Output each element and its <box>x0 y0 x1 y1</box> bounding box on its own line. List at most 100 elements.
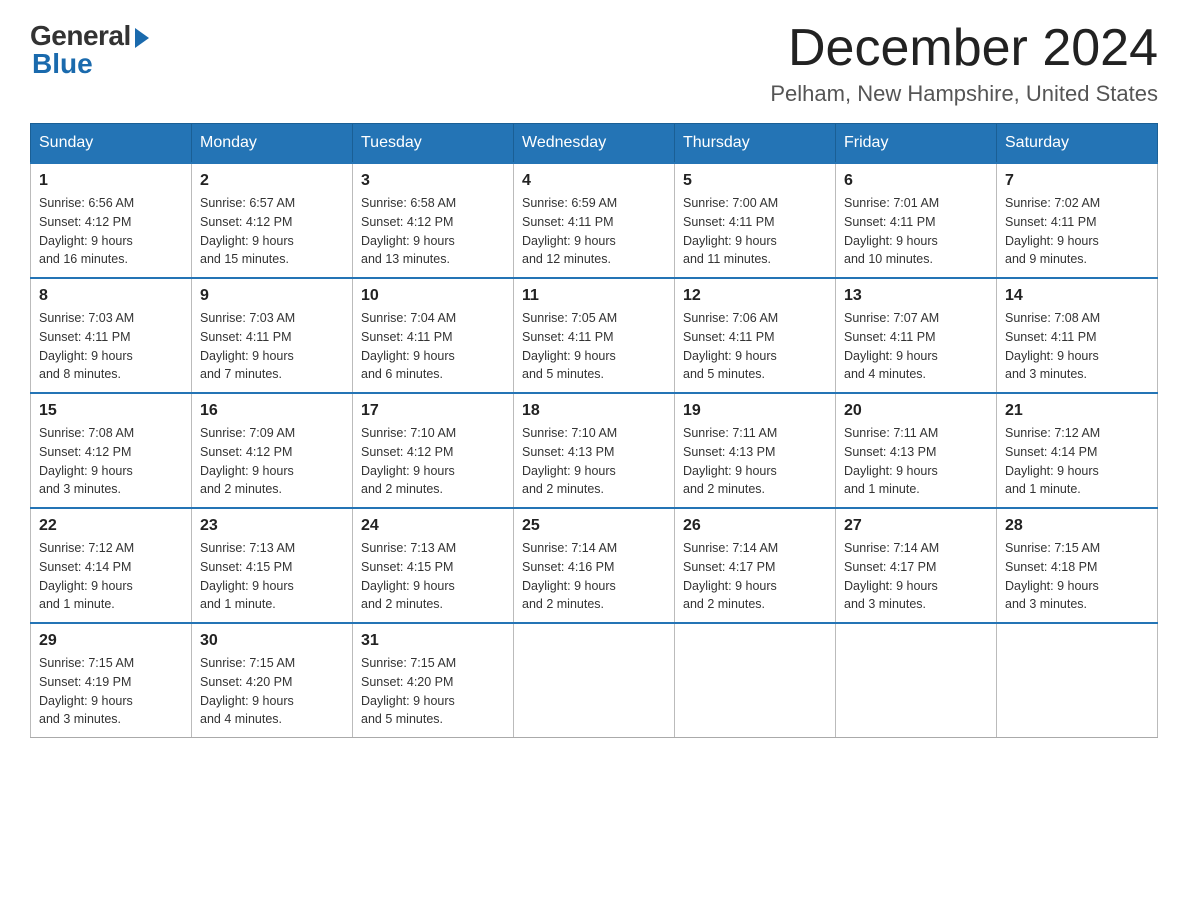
day-info-4: Sunrise: 6:59 AMSunset: 4:11 PMDaylight:… <box>522 194 666 269</box>
day-info-30: Sunrise: 7:15 AMSunset: 4:20 PMDaylight:… <box>200 654 344 729</box>
day-cell-23: 23Sunrise: 7:13 AMSunset: 4:15 PMDayligh… <box>192 508 353 623</box>
day-cell-9: 9 Sunrise: 7:03 AMSunset: 4:11 PMDaylight… <box>192 278 353 393</box>
day-info-22: Sunrise: 7:12 AMSunset: 4:14 PMDaylight:… <box>39 539 183 614</box>
week-row-1: 1 Sunrise: 6:56 AMSunset: 4:12 PMDaylight… <box>31 163 1158 278</box>
day-number-21: 21 <box>1005 402 1149 420</box>
day-cell-15: 15Sunrise: 7:08 AMSunset: 4:12 PMDayligh… <box>31 393 192 508</box>
day-info-31: Sunrise: 7:15 AMSunset: 4:20 PMDaylight:… <box>361 654 505 729</box>
weekday-header-sunday: Sunday <box>31 124 192 164</box>
day-info-23: Sunrise: 7:13 AMSunset: 4:15 PMDaylight:… <box>200 539 344 614</box>
day-number-28: 28 <box>1005 517 1149 535</box>
weekday-header-tuesday: Tuesday <box>353 124 514 164</box>
day-number-7: 7 <box>1005 172 1149 190</box>
day-info-21: Sunrise: 7:12 AMSunset: 4:14 PMDaylight:… <box>1005 424 1149 499</box>
day-cell-12: 12Sunrise: 7:06 AMSunset: 4:11 PMDayligh… <box>675 278 836 393</box>
day-number-9: 9 <box>200 287 344 305</box>
day-number-26: 26 <box>683 517 827 535</box>
day-info-26: Sunrise: 7:14 AMSunset: 4:17 PMDaylight:… <box>683 539 827 614</box>
week-row-5: 29 Sunrise: 7:15 AMSunset: 4:19 PMDayligh… <box>31 623 1158 738</box>
day-number-25: 25 <box>522 517 666 535</box>
day-number-18: 18 <box>522 402 666 420</box>
day-cell-7: 7 Sunrise: 7:02 AMSunset: 4:11 PMDaylight… <box>997 163 1158 278</box>
day-cell-20: 20 Sunrise: 7:11 AMSunset: 4:13 PMDayligh… <box>836 393 997 508</box>
day-number-24: 24 <box>361 517 505 535</box>
week-row-3: 15Sunrise: 7:08 AMSunset: 4:12 PMDayligh… <box>31 393 1158 508</box>
day-cell-19: 19Sunrise: 7:11 AMSunset: 4:13 PMDayligh… <box>675 393 836 508</box>
day-cell-30: 30 Sunrise: 7:15 AMSunset: 4:20 PMDayligh… <box>192 623 353 738</box>
day-number-13: 13 <box>844 287 988 305</box>
day-info-28: Sunrise: 7:15 AMSunset: 4:18 PMDaylight:… <box>1005 539 1149 614</box>
day-number-22: 22 <box>39 517 183 535</box>
day-number-2: 2 <box>200 172 344 190</box>
day-cell-22: 22 Sunrise: 7:12 AMSunset: 4:14 PMDayligh… <box>31 508 192 623</box>
day-cell-31: 31Sunrise: 7:15 AMSunset: 4:20 PMDayligh… <box>353 623 514 738</box>
day-info-7: Sunrise: 7:02 AMSunset: 4:11 PMDaylight:… <box>1005 194 1149 269</box>
day-number-11: 11 <box>522 287 666 305</box>
week-row-4: 22 Sunrise: 7:12 AMSunset: 4:14 PMDayligh… <box>31 508 1158 623</box>
empty-day-cell <box>997 623 1158 738</box>
title-area: December 2024 Pelham, New Hampshire, Uni… <box>770 20 1158 107</box>
day-cell-10: 10 Sunrise: 7:04 AMSunset: 4:11 PMDayligh… <box>353 278 514 393</box>
day-number-4: 4 <box>522 172 666 190</box>
day-cell-21: 21 Sunrise: 7:12 AMSunset: 4:14 PMDayligh… <box>997 393 1158 508</box>
day-info-5: Sunrise: 7:00 AMSunset: 4:11 PMDaylight:… <box>683 194 827 269</box>
day-number-30: 30 <box>200 632 344 650</box>
day-number-5: 5 <box>683 172 827 190</box>
day-info-13: Sunrise: 7:07 AMSunset: 4:11 PMDaylight:… <box>844 309 988 384</box>
empty-day-cell <box>836 623 997 738</box>
empty-day-cell <box>675 623 836 738</box>
day-number-15: 15 <box>39 402 183 420</box>
day-number-19: 19 <box>683 402 827 420</box>
day-cell-27: 27 Sunrise: 7:14 AMSunset: 4:17 PMDayligh… <box>836 508 997 623</box>
day-number-20: 20 <box>844 402 988 420</box>
day-number-29: 29 <box>39 632 183 650</box>
day-cell-25: 25 Sunrise: 7:14 AMSunset: 4:16 PMDayligh… <box>514 508 675 623</box>
day-cell-1: 1 Sunrise: 6:56 AMSunset: 4:12 PMDaylight… <box>31 163 192 278</box>
day-info-2: Sunrise: 6:57 AMSunset: 4:12 PMDaylight:… <box>200 194 344 269</box>
day-info-29: Sunrise: 7:15 AMSunset: 4:19 PMDaylight:… <box>39 654 183 729</box>
day-cell-28: 28 Sunrise: 7:15 AMSunset: 4:18 PMDayligh… <box>997 508 1158 623</box>
day-number-17: 17 <box>361 402 505 420</box>
day-info-8: Sunrise: 7:03 AMSunset: 4:11 PMDaylight:… <box>39 309 183 384</box>
day-cell-6: 6Sunrise: 7:01 AMSunset: 4:11 PMDaylight… <box>836 163 997 278</box>
logo-blue-text: Blue <box>32 48 93 80</box>
logo-arrow-icon <box>135 28 149 48</box>
day-info-11: Sunrise: 7:05 AMSunset: 4:11 PMDaylight:… <box>522 309 666 384</box>
day-info-1: Sunrise: 6:56 AMSunset: 4:12 PMDaylight:… <box>39 194 183 269</box>
day-cell-4: 4 Sunrise: 6:59 AMSunset: 4:11 PMDaylight… <box>514 163 675 278</box>
month-title: December 2024 <box>770 20 1158 77</box>
day-number-14: 14 <box>1005 287 1149 305</box>
weekday-header-wednesday: Wednesday <box>514 124 675 164</box>
day-info-24: Sunrise: 7:13 AMSunset: 4:15 PMDaylight:… <box>361 539 505 614</box>
day-number-3: 3 <box>361 172 505 190</box>
day-info-14: Sunrise: 7:08 AMSunset: 4:11 PMDaylight:… <box>1005 309 1149 384</box>
day-info-20: Sunrise: 7:11 AMSunset: 4:13 PMDaylight:… <box>844 424 988 499</box>
day-info-27: Sunrise: 7:14 AMSunset: 4:17 PMDaylight:… <box>844 539 988 614</box>
week-row-2: 8Sunrise: 7:03 AMSunset: 4:11 PMDaylight… <box>31 278 1158 393</box>
day-number-1: 1 <box>39 172 183 190</box>
page-header: General Blue December 2024 Pelham, New H… <box>30 20 1158 107</box>
day-cell-14: 14 Sunrise: 7:08 AMSunset: 4:11 PMDayligh… <box>997 278 1158 393</box>
weekday-header-friday: Friday <box>836 124 997 164</box>
day-number-27: 27 <box>844 517 988 535</box>
day-info-25: Sunrise: 7:14 AMSunset: 4:16 PMDaylight:… <box>522 539 666 614</box>
weekday-header-monday: Monday <box>192 124 353 164</box>
weekday-header-saturday: Saturday <box>997 124 1158 164</box>
weekday-header-thursday: Thursday <box>675 124 836 164</box>
day-info-16: Sunrise: 7:09 AMSunset: 4:12 PMDaylight:… <box>200 424 344 499</box>
weekday-header-row: SundayMondayTuesdayWednesdayThursdayFrid… <box>31 124 1158 164</box>
day-cell-3: 3 Sunrise: 6:58 AMSunset: 4:12 PMDaylight… <box>353 163 514 278</box>
day-cell-2: 2 Sunrise: 6:57 AMSunset: 4:12 PMDaylight… <box>192 163 353 278</box>
calendar-table: SundayMondayTuesdayWednesdayThursdayFrid… <box>30 123 1158 738</box>
day-number-12: 12 <box>683 287 827 305</box>
day-info-9: Sunrise: 7:03 AMSunset: 4:11 PMDaylight:… <box>200 309 344 384</box>
day-cell-5: 5 Sunrise: 7:00 AMSunset: 4:11 PMDaylight… <box>675 163 836 278</box>
day-number-6: 6 <box>844 172 988 190</box>
day-cell-16: 16Sunrise: 7:09 AMSunset: 4:12 PMDayligh… <box>192 393 353 508</box>
empty-day-cell <box>514 623 675 738</box>
day-cell-17: 17Sunrise: 7:10 AMSunset: 4:12 PMDayligh… <box>353 393 514 508</box>
day-cell-13: 13 Sunrise: 7:07 AMSunset: 4:11 PMDayligh… <box>836 278 997 393</box>
day-info-10: Sunrise: 7:04 AMSunset: 4:11 PMDaylight:… <box>361 309 505 384</box>
day-info-3: Sunrise: 6:58 AMSunset: 4:12 PMDaylight:… <box>361 194 505 269</box>
day-number-10: 10 <box>361 287 505 305</box>
